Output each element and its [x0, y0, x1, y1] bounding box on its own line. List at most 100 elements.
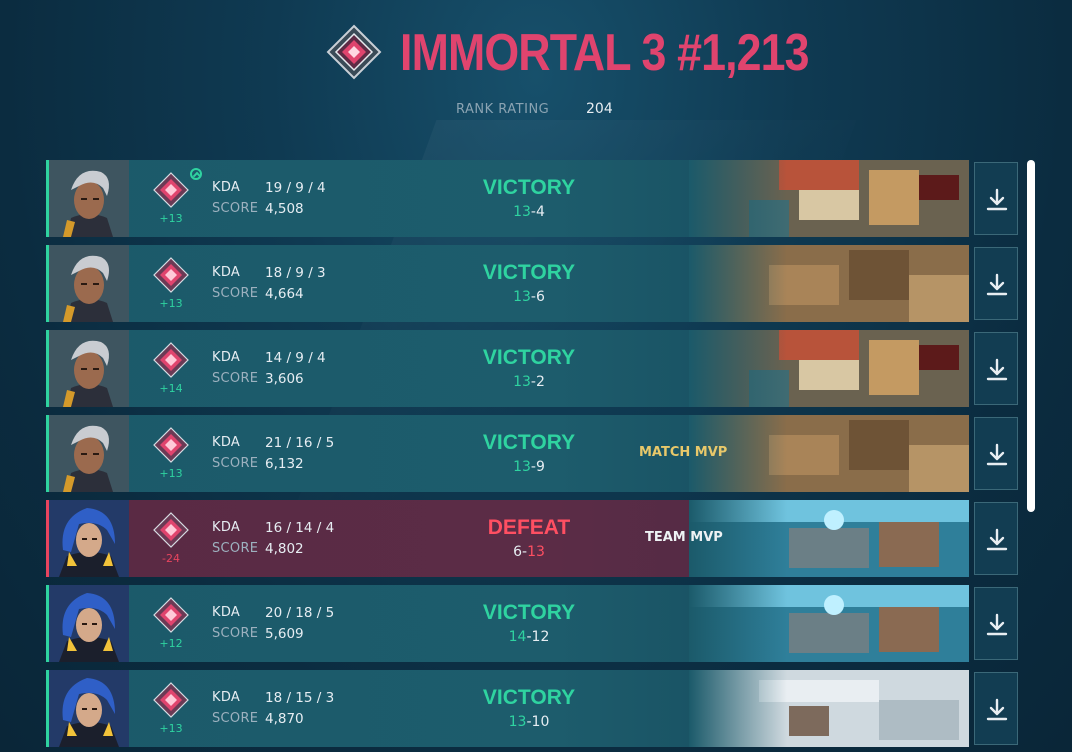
- rr-delta: +13: [159, 722, 183, 735]
- kda-value: 20 / 18 / 5: [265, 605, 335, 621]
- team-score: 13: [513, 374, 531, 390]
- team-score: 14: [508, 629, 527, 645]
- match-row[interactable]: -24 KDA 16 / 14 / 4 SCORE 4,802 DEFEAT 6-13 TEA…: [46, 500, 969, 577]
- score-value: 5,609: [265, 626, 304, 642]
- scrollbar[interactable]: [1027, 160, 1035, 512]
- orange-roof-map-thumbnail: [689, 330, 969, 407]
- rank-header: IMMORTAL 3 #1,213: [0, 20, 1072, 90]
- mvp-badge: MATCH MVP: [639, 445, 728, 460]
- match-result: DEFEAT: [487, 516, 571, 539]
- gray-haired-agent-portrait: [49, 415, 129, 492]
- enemy-score: 4: [535, 204, 545, 220]
- team-score: 13: [513, 289, 531, 305]
- score-label: SCORE: [212, 711, 259, 726]
- match-row[interactable]: +13 KDA 21 / 16 / 5 SCORE 6,132 VICTORY 13-9 MA…: [46, 415, 969, 492]
- snowy-map-thumbnail: [689, 670, 969, 747]
- blue-haired-agent-portrait: [49, 585, 129, 662]
- enemy-score: 6: [535, 289, 545, 305]
- match-score: 6-13: [469, 544, 589, 560]
- score-label: SCORE: [212, 201, 259, 216]
- match-row[interactable]: +13 KDA 18 / 15 / 3 SCORE 4,870 VICTORY 13-10: [46, 670, 969, 747]
- enemy-score: 9: [535, 459, 545, 475]
- enemy-score: 12: [531, 629, 550, 645]
- kda-label: KDA: [212, 690, 241, 705]
- match-score: 14-12: [469, 629, 589, 645]
- kda-label: KDA: [212, 605, 241, 620]
- rank-badge-icon: [153, 597, 189, 633]
- match-score: 13-9: [469, 459, 589, 475]
- score-label: SCORE: [212, 371, 259, 386]
- rr-delta: +13: [159, 467, 183, 480]
- match-result: VICTORY: [482, 176, 576, 199]
- kda-label: KDA: [212, 265, 241, 280]
- download-button[interactable]: [974, 332, 1018, 405]
- gray-haired-agent-portrait: [49, 160, 129, 237]
- kda-label: KDA: [212, 435, 241, 450]
- match-result: VICTORY: [482, 686, 576, 709]
- gray-haired-agent-portrait: [49, 330, 129, 407]
- score-value: 4,802: [265, 541, 304, 557]
- match-row[interactable]: +13 KDA 18 / 9 / 3 SCORE 4,664 VICTORY 13-6: [46, 245, 969, 322]
- rank-badge-icon: [153, 427, 189, 463]
- team-score: 13: [513, 204, 531, 220]
- match-score: 13-4: [469, 204, 589, 220]
- score-value: 4,870: [265, 711, 304, 727]
- score-label: SCORE: [212, 286, 259, 301]
- rr-delta: +12: [159, 637, 183, 650]
- download-button[interactable]: [974, 672, 1018, 745]
- kda-value: 19 / 9 / 4: [265, 180, 326, 196]
- rr-delta: +14: [159, 382, 183, 395]
- score-label: SCORE: [212, 626, 259, 641]
- blue-haired-agent-portrait: [49, 500, 129, 577]
- orange-roof-map-thumbnail: [689, 160, 969, 237]
- match-result: VICTORY: [482, 261, 576, 284]
- kda-value: 14 / 9 / 4: [265, 350, 326, 366]
- rank-badge-icon: [153, 342, 189, 378]
- score-label: SCORE: [212, 456, 259, 471]
- mvp-badge: TEAM MVP: [645, 530, 723, 545]
- match-score: 13-10: [469, 714, 589, 730]
- kda-value: 18 / 9 / 3: [265, 265, 326, 281]
- rank-badge-icon: [153, 682, 189, 718]
- rr-delta: +13: [159, 297, 183, 310]
- match-result: VICTORY: [482, 346, 576, 369]
- blue-haired-agent-portrait: [49, 670, 129, 747]
- immortal-rank-icon: [326, 24, 382, 80]
- match-row[interactable]: +14 KDA 14 / 9 / 4 SCORE 3,606 VICTORY 13-2: [46, 330, 969, 407]
- desert-map-thumbnail: [689, 415, 969, 492]
- download-button[interactable]: [974, 247, 1018, 320]
- rank-badge-icon: [153, 172, 189, 208]
- match-row[interactable]: +12 KDA 20 / 18 / 5 SCORE 5,609 VICTORY 14-12: [46, 585, 969, 662]
- enemy-score: 10: [531, 714, 550, 730]
- score-value: 6,132: [265, 456, 304, 472]
- kda-label: KDA: [212, 350, 241, 365]
- rank-badge-icon: [153, 257, 189, 293]
- rr-delta: -24: [162, 552, 180, 565]
- kda-value: 16 / 14 / 4: [265, 520, 335, 536]
- score-value: 4,508: [265, 201, 304, 217]
- enemy-score: 2: [535, 374, 545, 390]
- score-label: SCORE: [212, 541, 259, 556]
- rank-up-icon: [190, 168, 202, 180]
- match-result: VICTORY: [482, 431, 576, 454]
- score-value: 4,664: [265, 286, 304, 302]
- rank-rating-label: RANK RATING: [456, 102, 550, 117]
- download-button[interactable]: [974, 162, 1018, 235]
- match-row[interactable]: +13 KDA 19 / 9 / 4 SCORE 4,508 VICTORY 13-4: [46, 160, 969, 237]
- match-result: VICTORY: [482, 601, 576, 624]
- download-button[interactable]: [974, 417, 1018, 490]
- coastal-map-thumbnail: [689, 500, 969, 577]
- team-score: 6: [513, 544, 523, 560]
- rank-rating-value: 204: [586, 101, 613, 117]
- rr-delta: +13: [159, 212, 183, 225]
- kda-value: 18 / 15 / 3: [265, 690, 335, 706]
- download-button[interactable]: [974, 502, 1018, 575]
- coastal-map-thumbnail: [689, 585, 969, 662]
- download-button[interactable]: [974, 587, 1018, 660]
- kda-label: KDA: [212, 180, 241, 195]
- gray-haired-agent-portrait: [49, 245, 129, 322]
- enemy-score: 13: [527, 544, 545, 560]
- rank-title: IMMORTAL 3 #1,213: [400, 24, 810, 82]
- score-value: 3,606: [265, 371, 304, 387]
- desert-map-thumbnail: [689, 245, 969, 322]
